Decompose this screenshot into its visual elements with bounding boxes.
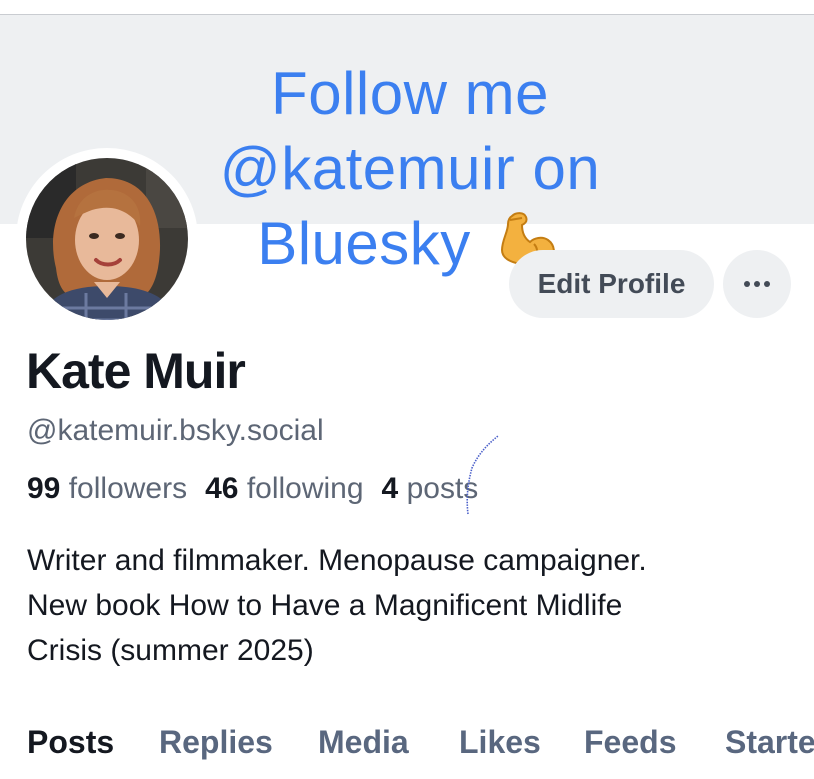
banner-text-line-1: Follow me [271, 60, 549, 127]
ellipsis-icon [744, 281, 770, 287]
tab-posts[interactable]: Posts [27, 724, 114, 761]
profile-bio: Writer and filmmaker. Menopause campaign… [27, 538, 797, 673]
bio-line-2: New book How to Have a Magnificent Midli… [27, 589, 623, 622]
profile-page: Follow me @katemuir on Bluesky Edit Prof… [0, 0, 814, 779]
banner-text-line-2: @katemuir on [219, 135, 601, 202]
tab-replies[interactable]: Replies [159, 724, 273, 761]
profile-stats: 99 followers 46 following 4 posts [27, 472, 478, 506]
following-count: 46 [205, 472, 239, 505]
tab-feeds[interactable]: Feeds [584, 724, 676, 761]
more-options-button[interactable] [723, 250, 791, 318]
pen-scribble-mark [466, 435, 499, 515]
followers-label: followers [68, 472, 188, 505]
posts-count: 4 [381, 472, 399, 505]
edit-profile-button[interactable]: Edit Profile [509, 250, 714, 318]
banner-overlay-text: Follow me @katemuir on Bluesky [160, 56, 660, 281]
display-name: Kate Muir [26, 343, 246, 399]
followers-link[interactable]: 99 followers [27, 472, 187, 505]
tab-media[interactable]: Media [318, 724, 409, 761]
following-link[interactable]: 46 following [205, 472, 363, 505]
avatar[interactable] [16, 148, 198, 330]
top-edge [0, 0, 814, 15]
bio-line-1: Writer and filmmaker. Menopause campaign… [27, 544, 647, 577]
tab-likes[interactable]: Likes [459, 724, 541, 761]
tab-starter-packs[interactable]: Starte [725, 724, 814, 761]
profile-handle: @katemuir.bsky.social [27, 414, 324, 447]
followers-count: 99 [27, 472, 61, 505]
bio-line-3: Crisis (summer 2025) [27, 634, 314, 667]
following-label: following [246, 472, 364, 505]
